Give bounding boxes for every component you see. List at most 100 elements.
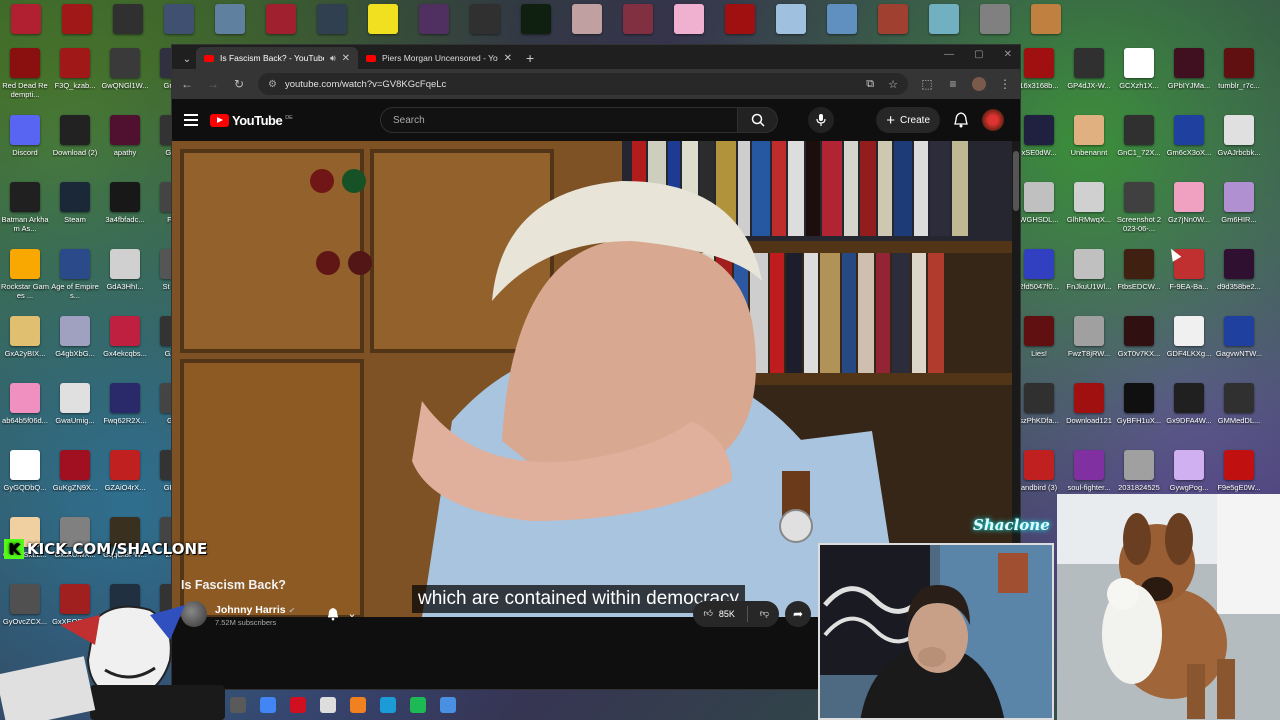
desktop-icon[interactable]: [102, 0, 153, 44]
bookmark-star-icon[interactable]: ☆: [888, 78, 898, 91]
desktop-icon[interactable]: GlhRMwqX...: [1064, 178, 1114, 245]
url-field[interactable]: ⚙ youtube.com/watch?v=GV8KGcFqeLc ⧉ ☆: [258, 73, 908, 95]
desktop-icon[interactable]: GvAJrbcbk...: [1214, 111, 1264, 178]
desktop-icon[interactable]: GPbIYJMa...: [1164, 44, 1214, 111]
desktop-icon[interactable]: Rockstar Games ...: [0, 245, 50, 312]
desktop-icon[interactable]: FwzT8jRW...: [1064, 312, 1114, 379]
close-tab-icon[interactable]: ✕: [504, 53, 512, 64]
notifications-bell-icon[interactable]: [954, 112, 968, 128]
share-icon[interactable]: ➦: [785, 600, 811, 627]
desktop-icon[interactable]: GnC1_72X...: [1114, 111, 1164, 178]
desktop-icon[interactable]: F3Q_kzab...: [50, 44, 100, 111]
desktop-icon[interactable]: GuKgZN9X...: [50, 446, 100, 513]
desktop-icon[interactable]: [306, 0, 357, 44]
desktop-icon[interactable]: [153, 0, 204, 44]
more-menu-icon[interactable]: ⋮: [998, 77, 1012, 91]
desktop-icon[interactable]: Gm6cX3oX...: [1164, 111, 1214, 178]
desktop-icon[interactable]: Discord: [0, 111, 50, 178]
search-button[interactable]: [738, 107, 778, 133]
desktop-icon[interactable]: G4gbXbG...: [50, 312, 100, 379]
desktop-icon[interactable]: ab64b5f06d...: [0, 379, 50, 446]
desktop-icon[interactable]: GwaUmig...: [50, 379, 100, 446]
taskbar-app-icon[interactable]: [410, 697, 426, 713]
desktop-icon[interactable]: szPhKDfa...: [1014, 379, 1064, 446]
hamburger-menu-icon[interactable]: [184, 114, 198, 126]
desktop-icon[interactable]: [561, 0, 612, 44]
desktop-icon[interactable]: [204, 0, 255, 44]
desktop-icon[interactable]: Gx9DFA4W...: [1164, 379, 1214, 446]
search-input[interactable]: Search: [380, 107, 738, 133]
desktop-icon[interactable]: [765, 0, 816, 44]
desktop-icon[interactable]: GDF4LKXg...: [1164, 312, 1214, 379]
desktop-icon[interactable]: GwQNGl1W...: [100, 44, 150, 111]
desktop-icon[interactable]: [867, 0, 918, 44]
desktop-icon[interactable]: [1020, 0, 1071, 44]
desktop-icon[interactable]: FnJkuU1Wl...: [1064, 245, 1114, 312]
like-count[interactable]: 85K: [719, 609, 735, 619]
tab-inactive[interactable]: Piers Morgan Uncensored - Yo... ✕: [358, 47, 520, 69]
desktop-icon[interactable]: [714, 0, 765, 44]
taskbar-app-icon[interactable]: [230, 697, 246, 713]
desktop-icon[interactable]: [0, 0, 51, 44]
desktop-icon[interactable]: xSE0dW...: [1014, 111, 1064, 178]
create-button[interactable]: + Create: [876, 107, 940, 133]
desktop-icon[interactable]: GCXzh1X...: [1114, 44, 1164, 111]
desktop-icon[interactable]: Unbenannt: [1064, 111, 1114, 178]
desktop-icon[interactable]: [51, 0, 102, 44]
desktop-icon[interactable]: tumblr_r7c...: [1214, 44, 1264, 111]
desktop-icon[interactable]: d9d358be2...: [1214, 245, 1264, 312]
desktop-icon[interactable]: [408, 0, 459, 44]
desktop-icon[interactable]: WGHSDL...: [1014, 178, 1064, 245]
close-window-icon[interactable]: ✕: [1004, 49, 1012, 60]
desktop-icon[interactable]: [663, 0, 714, 44]
account-avatar[interactable]: [982, 109, 1004, 131]
voice-search-button[interactable]: [808, 107, 834, 133]
taskbar-app-icon[interactable]: [320, 697, 336, 713]
youtube-logo[interactable]: YouTube DE: [210, 113, 293, 128]
desktop-icon[interactable]: 3a4fbfadc...: [100, 178, 150, 245]
thumbs-down-icon[interactable]: 👎︎: [760, 608, 769, 619]
desktop-icon[interactable]: GMMedDL...: [1214, 379, 1264, 446]
subscription-bell-button[interactable]: ⌄: [327, 607, 357, 621]
desktop-icon[interactable]: FtbsEDCW...: [1114, 245, 1164, 312]
desktop-icon[interactable]: Fwq62R2X...: [100, 379, 150, 446]
desktop-icon[interactable]: Screenshot 2023-06-...: [1114, 178, 1164, 245]
tab-active[interactable]: Is Fascism Back? - YouTube 🔊︎ ✕: [196, 47, 358, 69]
desktop-icon[interactable]: apathy: [100, 111, 150, 178]
extensions-icon[interactable]: ⬚: [920, 77, 934, 91]
desktop-icon[interactable]: Download121: [1064, 379, 1114, 446]
desktop-icon[interactable]: Batman Arkham As...: [0, 178, 50, 245]
thumbs-up-icon[interactable]: 👍︎: [703, 608, 712, 619]
new-tab-button[interactable]: +: [526, 50, 534, 66]
desktop-icon[interactable]: GP4dJX-W...: [1064, 44, 1114, 111]
tab-search-icon[interactable]: ⌄: [178, 49, 196, 69]
desktop-icon[interactable]: [255, 0, 306, 44]
desktop-icon[interactable]: GdA3HhI...: [100, 245, 150, 312]
desktop-icon[interactable]: GagvwNTW...: [1214, 312, 1264, 379]
desktop-icon[interactable]: GZAiO4rX...: [100, 446, 150, 513]
taskbar-app-icon[interactable]: [260, 697, 276, 713]
media-icon[interactable]: ≡: [946, 77, 960, 91]
cast-icon[interactable]: ⧉: [866, 78, 874, 91]
desktop-icon[interactable]: Gm6HIR...: [1214, 178, 1264, 245]
desktop-icon[interactable]: Gx4ekcqbs...: [100, 312, 150, 379]
back-icon[interactable]: ←: [180, 77, 194, 91]
desktop-icon[interactable]: [816, 0, 867, 44]
desktop-icon[interactable]: [612, 0, 663, 44]
profile-avatar[interactable]: [972, 77, 986, 91]
desktop-icon[interactable]: GyGQDbQ...: [0, 446, 50, 513]
desktop-icon[interactable]: [459, 0, 510, 44]
speaker-icon[interactable]: 🔊︎: [330, 53, 336, 64]
reload-icon[interactable]: ↻: [232, 77, 246, 91]
desktop-icon[interactable]: GxT0v7KX...: [1114, 312, 1164, 379]
forward-icon[interactable]: →: [206, 77, 220, 91]
desktop-icon[interactable]: [510, 0, 561, 44]
desktop-icon[interactable]: [969, 0, 1020, 44]
desktop-icon[interactable]: Download (2): [50, 111, 100, 178]
desktop-icon[interactable]: GxA2yBIX...: [0, 312, 50, 379]
site-info-icon[interactable]: ⚙: [268, 79, 277, 90]
taskbar-app-icon[interactable]: [380, 697, 396, 713]
taskbar-app-icon[interactable]: [350, 697, 366, 713]
desktop-icon[interactable]: Steam: [50, 178, 100, 245]
desktop-icon[interactable]: [357, 0, 408, 44]
